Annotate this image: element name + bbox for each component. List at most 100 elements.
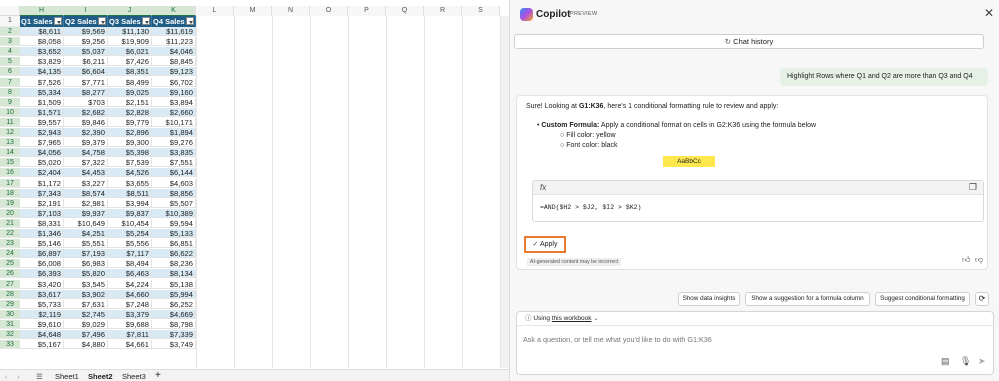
table-cell[interactable]: $7,631 <box>64 299 108 309</box>
table-cell[interactable]: $3,835 <box>152 148 196 158</box>
table-cell[interactable]: $3,652 <box>20 47 64 57</box>
table-cell[interactable]: $3,829 <box>20 57 64 67</box>
table-cell[interactable]: $7,248 <box>108 299 152 309</box>
table-cell[interactable]: $2,191 <box>20 198 64 208</box>
table-header-cell[interactable]: Q3 Sales <box>108 16 152 27</box>
workbook-link[interactable]: this workbook <box>552 315 592 322</box>
row-header[interactable]: 11 <box>0 117 20 127</box>
table-cell[interactable]: $4,648 <box>20 330 64 339</box>
table-cell[interactable]: $11,130 <box>108 27 152 36</box>
table-cell[interactable]: $2,151 <box>108 97 152 107</box>
table-header-cell[interactable]: Q4 Sales <box>152 16 196 27</box>
table-cell[interactable]: $7,117 <box>108 249 152 259</box>
vertical-scrollbar[interactable] <box>501 16 509 368</box>
table-cell[interactable]: $9,610 <box>20 319 64 329</box>
table-cell[interactable]: $2,981 <box>64 198 108 208</box>
table-cell[interactable]: $9,379 <box>64 138 108 148</box>
table-cell[interactable]: $8,798 <box>152 319 196 329</box>
row-header[interactable]: 33 <box>0 340 20 350</box>
thumbs-down-icon[interactable]: 👎︎ <box>975 255 983 265</box>
table-cell[interactable]: $8,134 <box>152 269 196 279</box>
column-header-k[interactable]: K <box>152 6 196 16</box>
add-sheet-button[interactable]: + <box>155 370 161 381</box>
table-cell[interactable]: $9,937 <box>64 208 108 218</box>
table-cell[interactable]: $7,526 <box>20 77 64 87</box>
table-header-cell[interactable]: Q2 Sales <box>64 16 108 27</box>
table-cell[interactable]: $9,160 <box>152 87 196 97</box>
table-cell[interactable]: $2,119 <box>20 309 64 319</box>
row-header[interactable]: 13 <box>0 138 20 148</box>
suggestion-show-data-insights[interactable]: Show data insights <box>678 292 740 306</box>
table-cell[interactable]: $6,211 <box>64 57 108 67</box>
row-header[interactable]: 22 <box>0 229 20 238</box>
table-cell[interactable]: $5,037 <box>64 47 108 57</box>
row-header[interactable]: 29 <box>0 299 20 309</box>
table-cell[interactable]: $4,603 <box>152 178 196 188</box>
row-header[interactable]: 12 <box>0 128 20 137</box>
table-cell[interactable]: $4,224 <box>108 279 152 289</box>
table-cell[interactable]: $10,171 <box>152 117 196 127</box>
table-cell[interactable]: $2,682 <box>64 107 108 117</box>
row-header[interactable]: 8 <box>0 87 20 97</box>
table-cell[interactable]: $8,351 <box>108 67 152 77</box>
row-header[interactable]: 1 <box>0 16 20 27</box>
table-cell[interactable]: $703 <box>64 97 108 107</box>
table-cell[interactable]: $8,845 <box>152 57 196 67</box>
chevron-down-icon[interactable]: ⌄ <box>593 316 598 322</box>
row-header[interactable]: 28 <box>0 289 20 299</box>
row-header[interactable]: 3 <box>0 37 20 47</box>
row-header[interactable]: 26 <box>0 269 20 279</box>
table-cell[interactable]: $8,856 <box>152 188 196 198</box>
chat-input[interactable] <box>523 332 983 346</box>
row-header[interactable]: 6 <box>0 67 20 77</box>
table-cell[interactable]: $4,880 <box>64 340 108 350</box>
row-header[interactable]: 16 <box>0 168 20 178</box>
table-cell[interactable]: $9,025 <box>108 87 152 97</box>
refresh-suggestions-button[interactable]: ⟳ <box>975 292 989 306</box>
table-cell[interactable]: $5,398 <box>108 148 152 158</box>
suggestion-conditional-formatting[interactable]: Suggest conditional formatting <box>875 292 970 306</box>
table-cell[interactable]: $9,029 <box>64 319 108 329</box>
table-cell[interactable]: $7,539 <box>108 158 152 168</box>
close-icon[interactable]: ✕ <box>984 6 994 20</box>
table-cell[interactable]: $6,851 <box>152 239 196 249</box>
table-cell[interactable]: $6,144 <box>152 168 196 178</box>
chat-history-button[interactable]: ↻ Chat history <box>514 34 984 49</box>
table-cell[interactable]: $8,574 <box>64 188 108 198</box>
table-cell[interactable]: $5,138 <box>152 279 196 289</box>
table-cell[interactable]: $3,902 <box>64 289 108 299</box>
table-cell[interactable]: $7,426 <box>108 57 152 67</box>
table-cell[interactable]: $9,300 <box>108 138 152 148</box>
table-cell[interactable]: $4,056 <box>20 148 64 158</box>
table-header-cell[interactable]: Q1 Sales <box>20 16 64 27</box>
table-cell[interactable]: $9,837 <box>108 208 152 218</box>
suggestion-formula-column[interactable]: Show a suggestion for a formula column <box>745 292 870 306</box>
scroll-right-icon[interactable]: › <box>17 372 20 381</box>
table-cell[interactable]: $9,846 <box>64 117 108 127</box>
table-cell[interactable]: $2,896 <box>108 128 152 137</box>
table-cell[interactable]: $8,494 <box>108 259 152 269</box>
sheet-tab-1[interactable]: Sheet1 <box>55 372 79 381</box>
table-cell[interactable]: $6,021 <box>108 47 152 57</box>
column-header-r[interactable]: R <box>424 6 462 16</box>
table-cell[interactable]: $2,745 <box>64 309 108 319</box>
table-cell[interactable]: $7,965 <box>20 138 64 148</box>
table-cell[interactable]: $4,661 <box>108 340 152 350</box>
table-cell[interactable]: $5,334 <box>20 87 64 97</box>
table-cell[interactable]: $2,390 <box>64 128 108 137</box>
row-header[interactable]: 4 <box>0 47 20 57</box>
filter-dropdown-icon[interactable] <box>142 17 150 25</box>
table-cell[interactable]: $4,453 <box>64 168 108 178</box>
table-cell[interactable]: $1,894 <box>152 128 196 137</box>
sheet-list-icon[interactable]: ☰ <box>36 372 43 381</box>
row-header[interactable]: 10 <box>0 107 20 117</box>
row-header[interactable]: 19 <box>0 198 20 208</box>
table-cell[interactable]: $8,331 <box>20 218 64 228</box>
row-header[interactable]: 14 <box>0 148 20 158</box>
table-cell[interactable]: $9,594 <box>152 218 196 228</box>
table-cell[interactable]: $2,943 <box>20 128 64 137</box>
column-header-h[interactable]: H <box>20 6 64 16</box>
table-cell[interactable]: $6,008 <box>20 259 64 269</box>
column-header-m[interactable]: M <box>234 6 272 16</box>
corner-select-all[interactable] <box>0 6 20 16</box>
